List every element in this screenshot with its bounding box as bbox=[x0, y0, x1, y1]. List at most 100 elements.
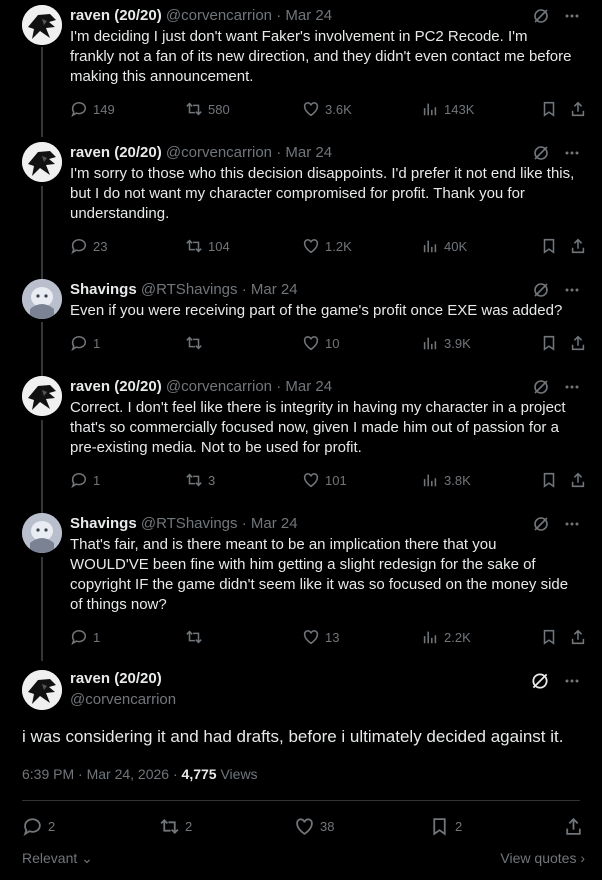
bookmark-button[interactable] bbox=[540, 236, 558, 256]
avatar[interactable] bbox=[22, 376, 62, 416]
user-name[interactable]: raven (20/20) bbox=[70, 378, 162, 395]
like-button[interactable]: 3.6K bbox=[302, 99, 352, 119]
user-handle[interactable]: @RTShavings bbox=[141, 515, 238, 532]
views-button[interactable]: 3.9K bbox=[421, 333, 471, 353]
tweet-text: Correct. I don't feel like there is inte… bbox=[70, 399, 566, 456]
more-icon[interactable] bbox=[564, 7, 580, 25]
views-button[interactable]: 2.2K bbox=[421, 627, 471, 647]
more-icon[interactable] bbox=[564, 144, 580, 162]
share-button[interactable] bbox=[569, 99, 587, 119]
user-handle[interactable]: @corvencarrion bbox=[166, 144, 272, 161]
tweet-top-icons bbox=[532, 144, 580, 162]
reply-tweet[interactable]: Shavings @RTShavings · Mar 24 Even if yo… bbox=[0, 270, 602, 382]
bookmark-button[interactable] bbox=[540, 333, 558, 353]
repost-button[interactable] bbox=[185, 627, 208, 647]
user-name[interactable]: raven (20/20) bbox=[70, 670, 162, 687]
tweet-text: Even if you were receiving part of the g… bbox=[70, 302, 563, 319]
reply-button[interactable]: 149 bbox=[70, 99, 115, 119]
tweet-timestamp[interactable]: 6:39 PM · Mar 24, 2026 · bbox=[22, 766, 182, 782]
tweet-date[interactable]: · Mar 24 bbox=[276, 7, 332, 24]
reply-button[interactable]: 1 bbox=[70, 333, 100, 353]
tweet-date[interactable]: · Mar 24 bbox=[276, 378, 332, 395]
tweet-actions: 1 3 101 3.8K bbox=[70, 470, 587, 490]
relevant-dropdown[interactable]: Relevant ⌄ bbox=[22, 850, 93, 867]
bookmark-button[interactable]: 2 bbox=[429, 816, 462, 836]
avatar[interactable] bbox=[22, 5, 62, 45]
reply-icon bbox=[71, 473, 87, 489]
reply-tweet[interactable]: raven (20/20) @corvencarrion · Mar 24 Co… bbox=[0, 367, 602, 515]
user-name[interactable]: raven (20/20) bbox=[70, 7, 162, 24]
user-name[interactable]: Shavings bbox=[70, 515, 137, 532]
user-name[interactable]: raven (20/20) bbox=[70, 144, 162, 161]
avatar[interactable] bbox=[22, 670, 62, 710]
tweet-date[interactable]: · Mar 24 bbox=[242, 515, 298, 532]
share-icon bbox=[566, 817, 581, 835]
heart-icon bbox=[303, 630, 319, 645]
share-button[interactable] bbox=[569, 236, 587, 256]
user-handle[interactable]: @corvencarrion bbox=[166, 378, 272, 395]
user-name[interactable]: Shavings bbox=[70, 281, 137, 298]
like-button[interactable]: 13 bbox=[302, 627, 339, 647]
user-handle[interactable]: @RTShavings bbox=[141, 281, 238, 298]
tweet-top-icons bbox=[532, 7, 580, 25]
view-quotes-link[interactable]: View quotes › bbox=[500, 850, 585, 866]
like-button[interactable]: 1.2K bbox=[302, 236, 352, 256]
grok-icon[interactable] bbox=[530, 671, 550, 691]
divider bbox=[22, 800, 580, 801]
share-button[interactable] bbox=[569, 333, 587, 353]
views-button[interactable]: 40K bbox=[421, 236, 467, 256]
reply-button[interactable]: 1 bbox=[70, 627, 100, 647]
reply-button[interactable]: 1 bbox=[70, 470, 100, 490]
repost-count: 2 bbox=[185, 818, 193, 834]
repost-button[interactable]: 104 bbox=[185, 236, 230, 256]
heart-icon bbox=[303, 473, 319, 488]
like-button[interactable]: 38 bbox=[294, 816, 334, 836]
bookmark-button[interactable] bbox=[540, 99, 558, 119]
bookmark-button[interactable] bbox=[540, 627, 558, 647]
grok-icon[interactable] bbox=[532, 7, 550, 25]
reply-button[interactable]: 23 bbox=[70, 236, 107, 256]
repost-button[interactable]: 3 bbox=[185, 470, 215, 490]
more-icon[interactable] bbox=[564, 672, 580, 690]
repost-button[interactable]: 2 bbox=[159, 816, 192, 836]
heart-icon bbox=[303, 102, 319, 117]
avatar[interactable] bbox=[22, 279, 62, 319]
bookmark-button[interactable] bbox=[540, 470, 558, 490]
tweet-header: Shavings @RTShavings · Mar 24 bbox=[70, 280, 532, 300]
grok-icon[interactable] bbox=[532, 515, 550, 533]
grok-icon[interactable] bbox=[532, 378, 550, 396]
share-button[interactable] bbox=[569, 627, 587, 647]
views-button[interactable]: 143K bbox=[421, 99, 474, 119]
share-button[interactable] bbox=[563, 816, 584, 836]
user-handle[interactable]: @corvencarrion bbox=[70, 691, 176, 708]
repost-icon bbox=[186, 336, 202, 350]
tweet-text: I'm sorry to those who this decision dis… bbox=[70, 165, 575, 222]
repost-icon bbox=[186, 630, 202, 644]
user-handle[interactable]: @corvencarrion bbox=[166, 7, 272, 24]
like-button[interactable]: 101 bbox=[302, 470, 347, 490]
repost-button[interactable]: 580 bbox=[185, 99, 230, 119]
avatar[interactable] bbox=[22, 142, 62, 182]
bookmark-count: 2 bbox=[455, 818, 463, 834]
repost-button[interactable] bbox=[185, 333, 208, 353]
reply-tweet[interactable]: raven (20/20) @corvencarrion · Mar 24 I'… bbox=[0, 133, 602, 281]
tweet-header: raven (20/20) @corvencarrion · Mar 24 bbox=[70, 6, 532, 26]
tweet-date[interactable]: · Mar 24 bbox=[276, 144, 332, 161]
tweet-date[interactable]: · Mar 24 bbox=[242, 281, 298, 298]
reply-tweet[interactable]: raven (20/20) @corvencarrion · Mar 24 I'… bbox=[0, 0, 602, 137]
reply-tweet[interactable]: Shavings @RTShavings · Mar 24 That's fai… bbox=[0, 504, 602, 661]
avatar[interactable] bbox=[22, 513, 62, 553]
more-icon[interactable] bbox=[564, 281, 580, 299]
share-button[interactable] bbox=[569, 470, 587, 490]
tweet-top-icons bbox=[532, 378, 580, 396]
grok-icon[interactable] bbox=[532, 281, 550, 299]
reply-icon bbox=[71, 102, 87, 118]
more-icon[interactable] bbox=[564, 515, 580, 533]
reply-button[interactable]: 2 bbox=[22, 816, 55, 836]
more-icon[interactable] bbox=[564, 378, 580, 396]
grok-icon[interactable] bbox=[532, 144, 550, 162]
bookmark-icon bbox=[543, 472, 555, 488]
views-icon bbox=[423, 631, 437, 644]
like-button[interactable]: 10 bbox=[302, 333, 339, 353]
views-button[interactable]: 3.8K bbox=[421, 470, 471, 490]
